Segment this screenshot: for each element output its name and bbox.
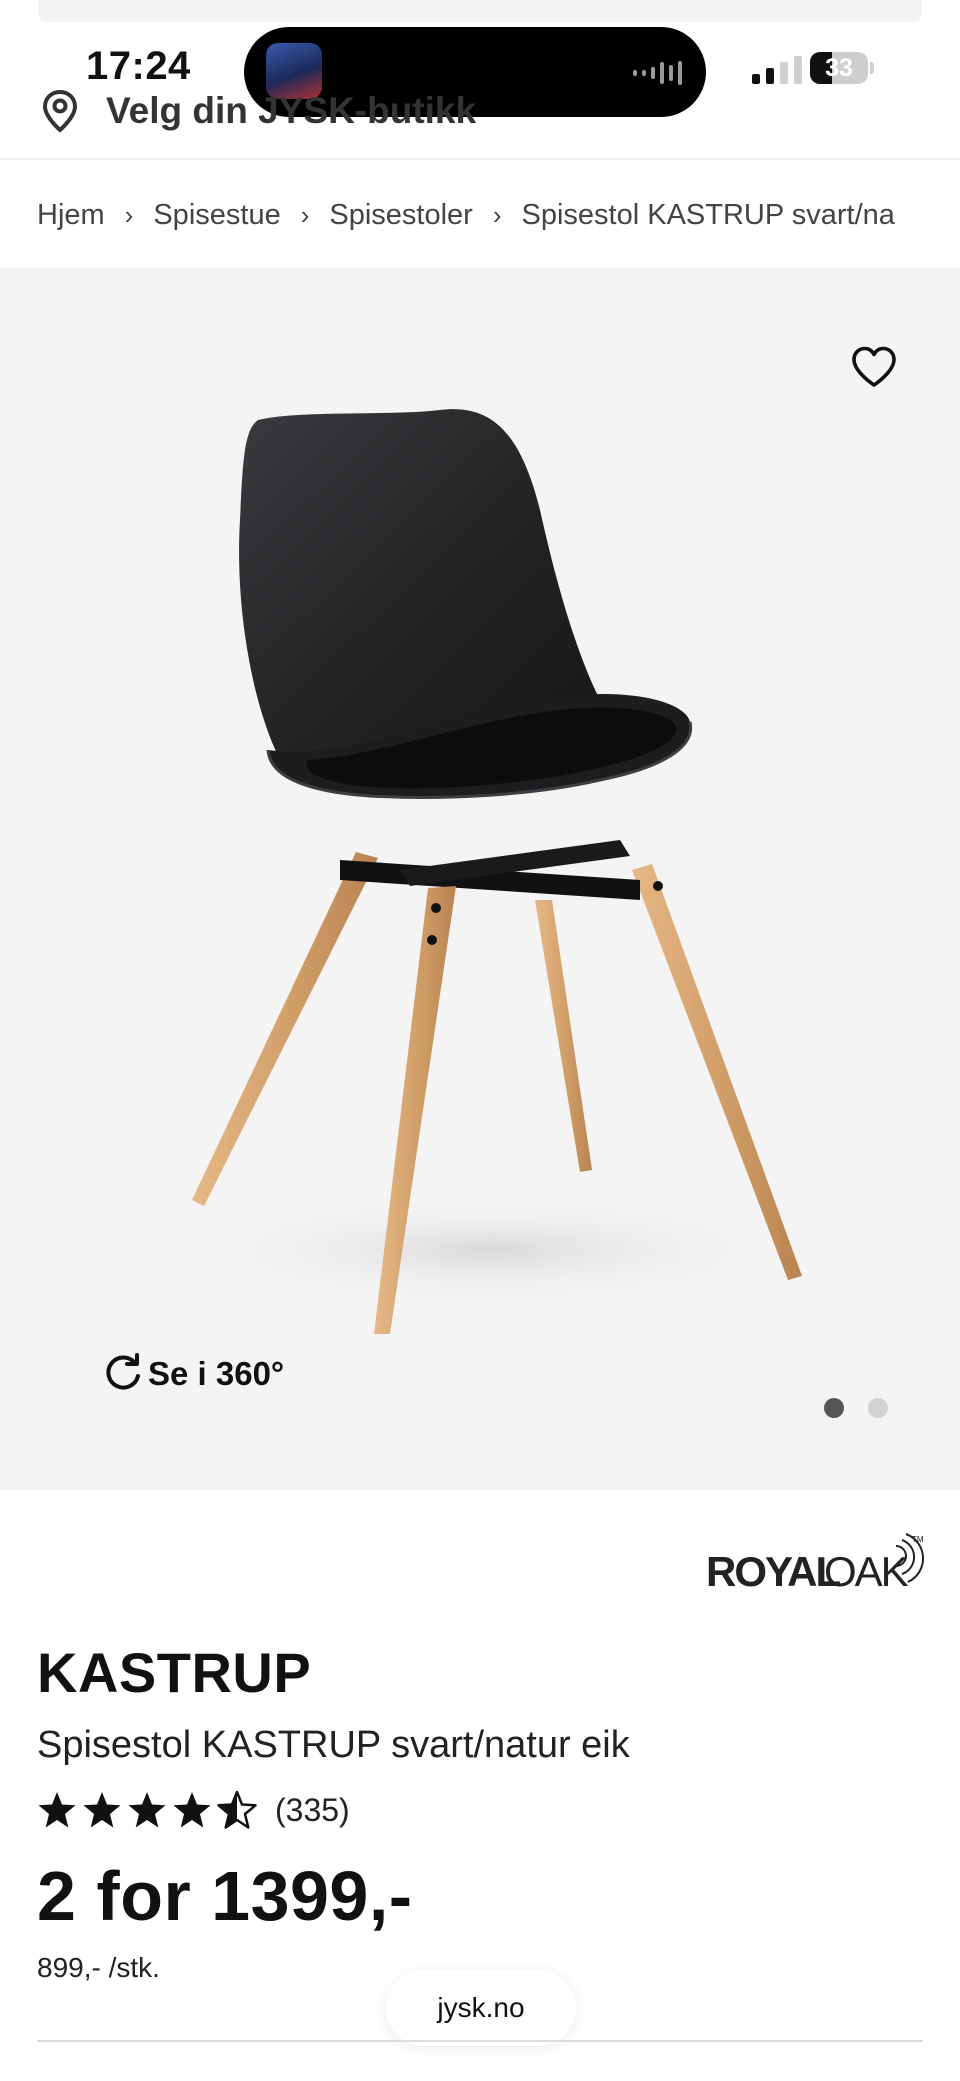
- rating-stars: [37, 1790, 257, 1830]
- product-price: 2 for 1399,-: [37, 1857, 413, 1935]
- product-image-chair: [190, 409, 802, 1334]
- view-360-button[interactable]: Se i 360°: [102, 1353, 284, 1395]
- gallery-dot-2[interactable]: [868, 1398, 888, 1418]
- breadcrumb: Hjem › Spisestue › Spisestoler › Spisest…: [37, 190, 960, 240]
- gallery-pagination: [824, 1398, 888, 1418]
- brand-logo: ROYAL OAK TM: [706, 1533, 925, 1594]
- top-strip: [38, 0, 922, 22]
- divider: [37, 2040, 923, 2042]
- store-selector-label: Velg din JYSK-butikk: [106, 90, 477, 131]
- star-icon: [128, 1792, 166, 1828]
- product-description: Spisestol KASTRUP svart/natur eik: [37, 1724, 630, 1766]
- top-bar: 17:24 33 Velg din JYSK-butikk: [0, 0, 960, 160]
- rotate-360-icon: [106, 1353, 140, 1390]
- heart-icon[interactable]: [850, 345, 898, 389]
- product-rating[interactable]: (335): [37, 1790, 350, 1830]
- status-time: 17:24: [86, 44, 191, 88]
- battery-level: 33: [825, 54, 853, 82]
- unit-price: 899,- /stk.: [37, 1952, 160, 1983]
- chevron-right-icon: ›: [124, 199, 134, 230]
- audio-wave-icon: [633, 61, 682, 85]
- store-selector[interactable]: Velg din JYSK-butikk: [40, 88, 476, 134]
- product-name: KASTRUP: [37, 1641, 312, 1704]
- star-icon: [173, 1792, 211, 1828]
- svg-text:OAK: OAK: [824, 1548, 909, 1594]
- gallery-dot-1[interactable]: [824, 1398, 844, 1418]
- view-360-label: Se i 360°: [148, 1355, 285, 1392]
- chevron-right-icon: ›: [300, 199, 310, 230]
- breadcrumb-dining-room[interactable]: Spisestue: [153, 199, 280, 232]
- breadcrumb-current-product: Spisestol KASTRUP svart/na: [521, 198, 895, 231]
- breadcrumb-dining-chairs[interactable]: Spisestoler: [329, 199, 472, 232]
- cellular-signal-icon: [752, 54, 802, 84]
- svg-text:TM: TM: [912, 1535, 924, 1544]
- browser-url-bar[interactable]: jysk.no: [386, 1970, 576, 2046]
- svg-text:ROYAL: ROYAL: [706, 1548, 840, 1594]
- breadcrumb-home[interactable]: Hjem: [37, 199, 105, 232]
- star-icon: [38, 1792, 76, 1828]
- rating-count: (335): [275, 1791, 350, 1828]
- battery-icon: 33: [810, 52, 868, 84]
- location-pin-icon: [42, 89, 78, 133]
- star-icon: [83, 1792, 121, 1828]
- star-half-icon: [217, 1790, 257, 1829]
- chevron-right-icon: ›: [492, 199, 502, 230]
